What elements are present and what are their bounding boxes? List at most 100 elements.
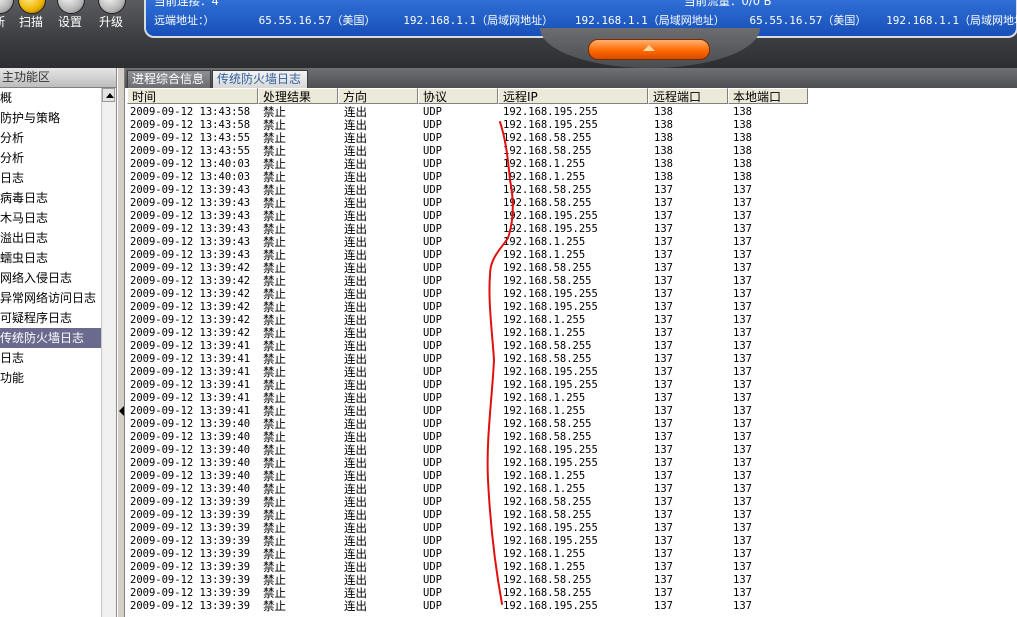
nav-item[interactable]: 传统防火墙日志	[0, 328, 116, 348]
table-row[interactable]: 2009-09-12 13:39:39 禁止 连出 UDP 192.168.195.25…	[127, 600, 1017, 613]
table-row[interactable]: 2009-09-12 13:39:41 禁止 连出 UDP 192.168.1.255 1…	[127, 392, 1017, 405]
column-header-local-port[interactable]: 本地端口	[728, 88, 808, 104]
table-row[interactable]: 2009-09-12 13:43:55 禁止 连出 UDP 192.168.58.255…	[127, 145, 1017, 158]
nav-item[interactable]: 网络入侵日志	[0, 268, 116, 288]
column-header-result[interactable]: 处理结果	[258, 88, 338, 104]
table-row[interactable]: 2009-09-12 13:39:40 禁止 连出 UDP 192.168.1.255 1…	[127, 483, 1017, 496]
cell-remote-ip: 192.168.195.255	[503, 288, 598, 300]
table-row[interactable]: 2009-09-12 13:39:41 禁止 连出 UDP 192.168.1.255 1…	[127, 405, 1017, 418]
table-row[interactable]: 2009-09-12 13:39:42 禁止 连出 UDP 192.168.58.255…	[127, 262, 1017, 275]
cell-remote-port: 138	[654, 145, 673, 157]
cell-remote-port: 137	[654, 223, 673, 235]
table-row[interactable]: 2009-09-12 13:39:43 禁止 连出 UDP 192.168.58.255…	[127, 184, 1017, 197]
table-row[interactable]: 2009-09-12 13:39:39 禁止 连出 UDP 192.168.1.255 1…	[127, 561, 1017, 574]
nav-item[interactable]: 可疑程序日志	[0, 308, 116, 328]
table-row[interactable]: 2009-09-12 13:40:03 禁止 连出 UDP 192.168.1.255 1…	[127, 158, 1017, 171]
table-row[interactable]: 2009-09-12 13:39:42 禁止 连出 UDP 192.168.1.255 1…	[127, 314, 1017, 327]
table-row[interactable]: 2009-09-12 13:39:39 禁止 连出 UDP 192.168.58.255…	[127, 574, 1017, 587]
nav-item[interactable]: 概	[0, 88, 116, 108]
cell-local-port: 137	[733, 262, 752, 274]
left-panel-scrollbar[interactable]	[101, 88, 116, 617]
table-row[interactable]: 2009-09-12 13:39:43 禁止 连出 UDP 192.168.58.255…	[127, 197, 1017, 210]
table-row[interactable]: 2009-09-12 13:39:43 禁止 连出 UDP 192.168.1.255 1…	[127, 249, 1017, 262]
nav-item[interactable]: 木马日志	[0, 208, 116, 228]
cell-time: 2009-09-12 13:43:58	[130, 119, 251, 131]
cell-time: 2009-09-12 13:39:40	[130, 470, 251, 482]
cell-protocol: UDP	[423, 249, 442, 261]
table-row[interactable]: 2009-09-12 13:39:40 禁止 连出 UDP 192.168.195.25…	[127, 444, 1017, 457]
expand-toggle-button[interactable]	[588, 39, 710, 60]
nav-item[interactable]: 蠕虫日志	[0, 248, 116, 268]
cell-remote-ip: 192.168.58.255	[503, 262, 592, 274]
nav-item[interactable]: 溢出日志	[0, 228, 116, 248]
table-row[interactable]: 2009-09-12 13:40:03 禁止 连出 UDP 192.168.1.255 1…	[127, 171, 1017, 184]
collapse-left-icon[interactable]	[119, 406, 124, 416]
cell-time: 2009-09-12 13:39:42	[130, 301, 251, 313]
left-panel-title: 主功能区	[0, 68, 116, 88]
settings-icon	[57, 0, 85, 14]
nav-item[interactable]: 病毒日志	[0, 188, 116, 208]
scroll-up-button[interactable]	[102, 88, 115, 102]
nav-item[interactable]: 分析	[0, 148, 116, 168]
cell-remote-port: 137	[654, 457, 673, 469]
panel-splitter[interactable]	[117, 68, 125, 617]
cell-local-port: 137	[733, 561, 752, 573]
cell-protocol: UDP	[423, 132, 442, 144]
info-row-top: 当前连接：4 当前流量：0/0 B	[154, 0, 772, 9]
column-header-direction[interactable]: 方向	[338, 88, 418, 104]
cell-protocol: UDP	[423, 574, 442, 586]
tab-process-info[interactable]: 进程综合信息	[127, 70, 211, 88]
table-row[interactable]: 2009-09-12 13:39:43 禁止 连出 UDP 192.168.195.25…	[127, 210, 1017, 223]
table-row[interactable]: 2009-09-12 13:39:40 禁止 连出 UDP 192.168.195.25…	[127, 457, 1017, 470]
table-row[interactable]: 2009-09-12 13:39:39 禁止 连出 UDP 192.168.58.255…	[127, 496, 1017, 509]
table-row[interactable]: 2009-09-12 13:39:39 禁止 连出 UDP 192.168.195.25…	[127, 522, 1017, 535]
cell-local-port: 137	[733, 483, 752, 495]
cell-local-port: 137	[733, 236, 752, 248]
cell-time: 2009-09-12 13:39:42	[130, 327, 251, 339]
cell-remote-port: 137	[654, 262, 673, 274]
nav-item[interactable]: 功能	[0, 368, 116, 388]
upgrade-button[interactable]: 升级	[92, 0, 130, 38]
cell-protocol: UDP	[423, 262, 442, 274]
column-header-time[interactable]: 时间	[127, 88, 258, 104]
table-row[interactable]: 2009-09-12 13:39:40 禁止 连出 UDP 192.168.1.255 1…	[127, 470, 1017, 483]
table-row[interactable]: 2009-09-12 13:39:42 禁止 连出 UDP 192.168.1.255 1…	[127, 327, 1017, 340]
table-row[interactable]: 2009-09-12 13:39:41 禁止 连出 UDP 192.168.195.25…	[127, 379, 1017, 392]
table-row[interactable]: 2009-09-12 13:39:42 禁止 连出 UDP 192.168.58.255…	[127, 275, 1017, 288]
table-row[interactable]: 2009-09-12 13:39:41 禁止 连出 UDP 192.168.195.25…	[127, 366, 1017, 379]
table-row[interactable]: 2009-09-12 13:39:39 禁止 连出 UDP 192.168.58.255…	[127, 587, 1017, 600]
cell-time: 2009-09-12 13:39:42	[130, 262, 251, 274]
table-row[interactable]: 2009-09-12 13:39:40 禁止 连出 UDP 192.168.58.255…	[127, 418, 1017, 431]
table-row[interactable]: 2009-09-12 13:39:39 禁止 连出 UDP 192.168.58.255…	[127, 509, 1017, 522]
scan-button[interactable]: 扫描	[12, 0, 50, 38]
column-header-remote-ip[interactable]: 远程IP	[498, 88, 648, 104]
nav-item[interactable]: 分析	[0, 128, 116, 148]
table-row[interactable]: 2009-09-12 13:39:43 禁止 连出 UDP 192.168.195.25…	[127, 223, 1017, 236]
cell-local-port: 137	[733, 327, 752, 339]
table-row[interactable]: 2009-09-12 13:43:58 禁止 连出 UDP 192.168.195.25…	[127, 119, 1017, 132]
cell-remote-ip: 192.168.1.255	[503, 236, 586, 248]
table-row[interactable]: 2009-09-12 13:39:41 禁止 连出 UDP 192.168.58.255…	[127, 340, 1017, 353]
table-row[interactable]: 2009-09-12 13:43:58 禁止 连出 UDP 192.168.195.25…	[127, 106, 1017, 119]
table-row[interactable]: 2009-09-12 13:39:41 禁止 连出 UDP 192.168.58.255…	[127, 353, 1017, 366]
cell-time: 2009-09-12 13:39:40	[130, 444, 251, 456]
nav-item[interactable]: 日志	[0, 168, 116, 188]
table-row[interactable]: 2009-09-12 13:39:39 禁止 连出 UDP 192.168.195.25…	[127, 535, 1017, 548]
nav-item[interactable]: 异常网络访问日志	[0, 288, 116, 308]
table-row[interactable]: 2009-09-12 13:39:39 禁止 连出 UDP 192.168.1.255 1…	[127, 548, 1017, 561]
column-header-remote-port[interactable]: 远程端口	[648, 88, 728, 104]
table-row[interactable]: 2009-09-12 13:39:42 禁止 连出 UDP 192.168.195.25…	[127, 301, 1017, 314]
nav-item[interactable]: 防护与策略	[0, 108, 116, 128]
address-item: 192.168.1.1（局域网地址）	[886, 14, 1017, 27]
column-header-protocol[interactable]: 协议	[418, 88, 498, 104]
settings-button[interactable]: 设置	[51, 0, 89, 38]
nav-item[interactable]: 日志	[0, 348, 116, 368]
cell-remote-port: 137	[654, 392, 673, 404]
table-row[interactable]: 2009-09-12 13:39:42 禁止 连出 UDP 192.168.195.25…	[127, 288, 1017, 301]
table-row[interactable]: 2009-09-12 13:39:40 禁止 连出 UDP 192.168.58.255…	[127, 431, 1017, 444]
tab-firewall-log[interactable]: 传统防火墙日志	[212, 70, 308, 88]
cell-time: 2009-09-12 13:39:41	[130, 392, 251, 404]
table-row[interactable]: 2009-09-12 13:39:43 禁止 连出 UDP 192.168.1.255 1…	[127, 236, 1017, 249]
table-row[interactable]: 2009-09-12 13:43:55 禁止 连出 UDP 192.168.58.255…	[127, 132, 1017, 145]
cell-protocol: UDP	[423, 496, 442, 508]
